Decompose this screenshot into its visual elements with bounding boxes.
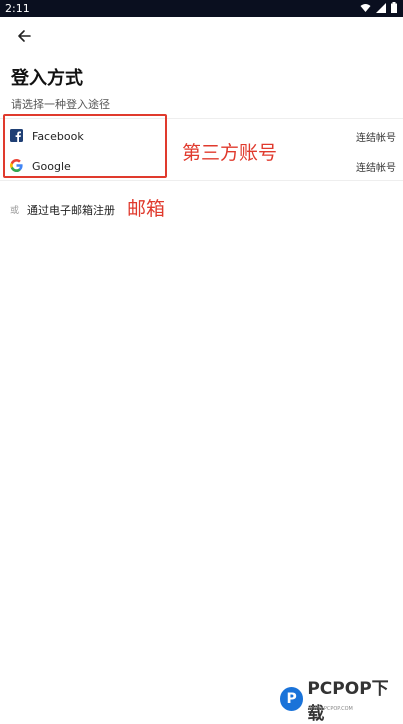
wifi-icon: [360, 3, 371, 12]
arrow-left-icon: [18, 30, 31, 42]
email-register-label: 通过电子邮箱注册: [27, 204, 115, 217]
watermark-logo: P PCPOP下载 WWW.PCPOP.COM: [280, 679, 403, 724]
watermark-tagline: WWW.PCPOP.COM: [308, 706, 353, 712]
status-icons: [360, 2, 397, 13]
page-subtitle: 请选择一种登入途径: [11, 98, 110, 111]
battery-icon: [391, 2, 397, 13]
annotation-email-label: 邮箱: [127, 198, 166, 220]
divider: [0, 180, 403, 181]
email-register-option[interactable]: 或 通过电子邮箱注册: [0, 198, 200, 220]
pcpop-logo-icon: P: [280, 687, 304, 711]
status-bar: 2:11: [0, 0, 403, 17]
page-title: 登入方式: [11, 68, 83, 89]
watermark-brand: PCPOP下载: [307, 679, 389, 724]
annotation-third-party-label: 第三方账号: [182, 142, 278, 164]
signal-icon: [376, 2, 386, 13]
back-button[interactable]: [14, 26, 34, 46]
annotation-highlight-box: [3, 114, 167, 178]
or-prefix: 或: [10, 206, 20, 216]
link-account-button[interactable]: 连结帐号: [356, 159, 396, 174]
status-time: 2:11: [5, 2, 30, 15]
link-account-button[interactable]: 连结帐号: [356, 129, 396, 144]
